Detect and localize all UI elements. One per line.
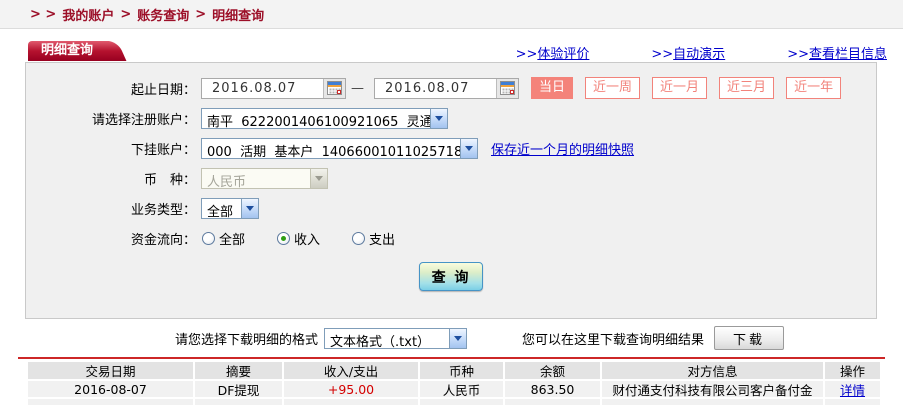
detail-link[interactable]: 详情	[840, 381, 865, 398]
registered-account-select[interactable]: 南平 6222001406100921065 灵通卡	[201, 107, 448, 129]
experience-review-link[interactable]: >>体验评价	[516, 43, 590, 62]
flow-radio-2[interactable]	[352, 231, 366, 245]
chevron-down-icon	[430, 108, 447, 128]
flow-option-income[interactable]: 收入	[277, 229, 320, 248]
flow-radio-0[interactable]	[202, 231, 215, 245]
chevron-down-icon	[310, 168, 327, 188]
header-balance: 余额	[505, 362, 600, 379]
table-row-partial	[28, 399, 880, 405]
currency-label: 币 种：	[143, 172, 196, 188]
table-header-row: 交易日期 摘要 收入/支出 币种 余额 对方信息 操作	[28, 362, 880, 379]
breadcrumb: > > 我的账户 > 账务查询 > 明细查询	[0, 0, 903, 29]
header-action: 操作	[825, 362, 880, 379]
page-title-tab: 明细查询	[28, 41, 110, 61]
breadcrumb-prefix: > >	[30, 6, 57, 22]
header-summary: 摘要	[195, 362, 282, 379]
sub-account-label: 下挂账户：	[130, 142, 196, 158]
date-from-input[interactable]: 2016.08.07	[201, 77, 346, 99]
sub-account-row: 下挂账户： 000 活期 基本户 1406600101102571848 保存近…	[26, 137, 876, 159]
cell-date: 2016-08-07	[28, 381, 193, 397]
date-separator: —	[351, 80, 364, 96]
results-table: 交易日期 摘要 收入/支出 币种 余额 对方信息 操作 2016-08-07 D…	[28, 362, 880, 407]
download-format-label: 请您选择下载明细的格式	[175, 332, 319, 348]
quick-range-year-button[interactable]: 近一年	[786, 77, 842, 99]
business-type-label: 业务类型：	[130, 202, 196, 218]
auto-demo-link[interactable]: >>自动演示	[651, 43, 725, 62]
sub-account-value: 000 活期 基本户 1406600101102571848	[207, 144, 460, 158]
link-prefix: >>	[787, 47, 809, 62]
link-label: 查看栏目信息	[808, 47, 887, 62]
business-type-row: 业务类型： 全部	[26, 197, 876, 219]
date-range-row: 起止日期： 2016.08.07 — 2016.08.07 当日 近一周 近一月…	[26, 77, 876, 99]
header-currency: 币种	[420, 362, 503, 379]
query-button[interactable]: 查 询	[419, 262, 483, 291]
sub-account-select[interactable]: 000 活期 基本户 1406600101102571848	[201, 137, 478, 159]
flow-option-all[interactable]: 全部	[202, 229, 245, 248]
flow-option-all-label: 全部	[219, 232, 246, 248]
fund-flow-row: 资金流向： 全部 收入 支出	[26, 227, 876, 249]
top-links: >>体验评价 >>自动演示 >>查看栏目信息	[516, 43, 887, 62]
header-counterparty: 对方信息	[602, 362, 823, 379]
link-label: 自动演示	[673, 47, 726, 62]
cell-counterparty: 财付通支付科技有限公司客户备付金	[602, 381, 823, 397]
quick-range-week-button[interactable]: 近一周	[585, 77, 641, 99]
quick-range-quarter-button[interactable]: 近三月	[719, 77, 775, 99]
download-format-value: 文本格式（.txt）	[330, 334, 431, 348]
fund-flow-label: 资金流向：	[130, 232, 196, 248]
link-prefix: >>	[651, 47, 674, 62]
table-row: 2016-08-07 DF提现 +95.00 人民币 863.50 财付通支付科…	[28, 381, 880, 397]
calendar-icon[interactable]	[323, 78, 345, 98]
download-button[interactable]: 下载	[714, 326, 785, 350]
cell-amount: +95.00	[284, 381, 418, 397]
query-form-panel: 起止日期： 2016.08.07 — 2016.08.07 当日 近一周 近一月…	[25, 62, 877, 319]
registered-account-row: 请选择注册账户： 南平 6222001406100921065 灵通卡	[26, 107, 876, 129]
date-range-label: 起止日期：	[130, 82, 196, 98]
flow-option-expense-label: 支出	[369, 232, 396, 248]
cell-summary: DF提现	[195, 381, 282, 397]
registered-account-label: 请选择注册账户：	[91, 112, 196, 128]
breadcrumb-item-detail-query[interactable]: 明细查询	[212, 5, 264, 24]
cell-currency: 人民币	[420, 381, 503, 397]
breadcrumb-separator: >	[120, 6, 132, 22]
column-info-link[interactable]: >>查看栏目信息	[787, 43, 887, 62]
save-snapshot-link[interactable]: 保存近一个月的明细快照	[491, 139, 634, 158]
business-type-select[interactable]: 全部	[201, 197, 259, 219]
flow-radio-1[interactable]	[277, 231, 291, 245]
download-row: 请您选择下载明细的格式 文本格式（.txt） 您可以在这里下载查询明细结果 下载	[0, 325, 903, 351]
breadcrumb-separator: >	[195, 6, 207, 22]
currency-select: 人民币	[201, 167, 328, 189]
header-date: 交易日期	[28, 362, 193, 379]
currency-value: 人民币	[207, 174, 247, 188]
table-top-divider	[18, 357, 885, 359]
header-amount: 收入/支出	[284, 362, 418, 379]
registered-account-value: 南平 6222001406100921065 灵通卡	[207, 114, 430, 128]
calendar-icon[interactable]	[496, 78, 518, 98]
tab-row: 明细查询 >>体验评价 >>自动演示 >>查看栏目信息	[0, 41, 903, 62]
link-prefix: >>	[515, 47, 538, 62]
download-format-select[interactable]: 文本格式（.txt）	[324, 327, 468, 349]
chevron-down-icon	[449, 328, 467, 348]
flow-option-expense[interactable]: 支出	[352, 229, 395, 248]
flow-option-income-label: 收入	[294, 232, 321, 248]
chevron-down-icon	[460, 138, 477, 158]
date-from-value: 2016.08.07	[212, 80, 297, 96]
cell-balance: 863.50	[505, 381, 600, 397]
link-label: 体验评价	[537, 47, 590, 62]
business-type-value: 全部	[207, 204, 234, 218]
date-to-value: 2016.08.07	[385, 80, 470, 96]
download-hint: 您可以在这里下载查询明细结果	[522, 332, 705, 348]
chevron-down-icon	[241, 198, 258, 218]
date-to-input[interactable]: 2016.08.07	[374, 77, 519, 99]
currency-row: 币 种： 人民币	[26, 167, 876, 189]
breadcrumb-item-my-account[interactable]: 我的账户	[62, 5, 114, 24]
breadcrumb-item-account-query[interactable]: 账务查询	[137, 5, 189, 24]
quick-range-today-button[interactable]: 当日	[531, 77, 574, 99]
quick-range-month-button[interactable]: 近一月	[652, 77, 708, 99]
